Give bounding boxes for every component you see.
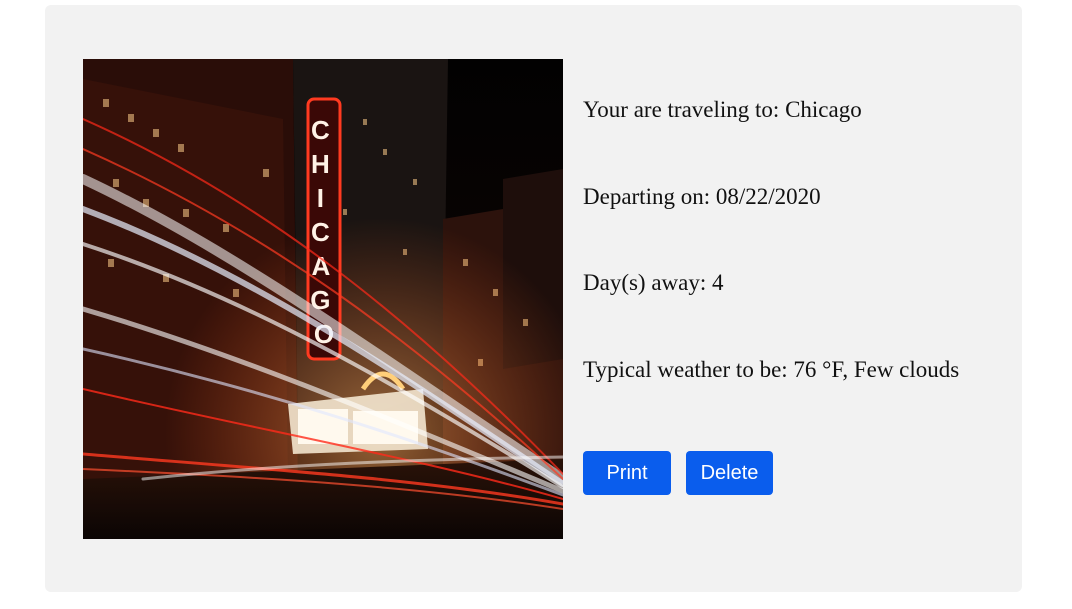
print-button[interactable]: Print <box>583 451 671 495</box>
trip-card: C H I C A G O Your are traveling to: Chi… <box>45 5 1022 592</box>
weather-line: Typical weather to be: 76 °F, Few clouds <box>583 356 959 384</box>
departure-label: Departing on: <box>583 184 716 209</box>
departure-date: 08/22/2020 <box>715 184 821 209</box>
days-away-value: 4 <box>712 270 724 295</box>
weather-label: Typical weather to be: <box>583 357 794 382</box>
days-away-label: Day(s) away: <box>583 270 713 295</box>
days-away-line: Day(s) away: 4 <box>583 269 724 297</box>
destination-label: Your are traveling to: <box>583 97 786 122</box>
weather-value: 76 °F, Few clouds <box>793 357 960 382</box>
delete-button[interactable]: Delete <box>686 451 773 495</box>
destination-photo: C H I C A G O <box>83 59 563 539</box>
departure-line: Departing on: 08/22/2020 <box>583 183 821 211</box>
destination-line: Your are traveling to: Chicago <box>583 96 862 124</box>
destination-value: Chicago <box>785 97 862 122</box>
